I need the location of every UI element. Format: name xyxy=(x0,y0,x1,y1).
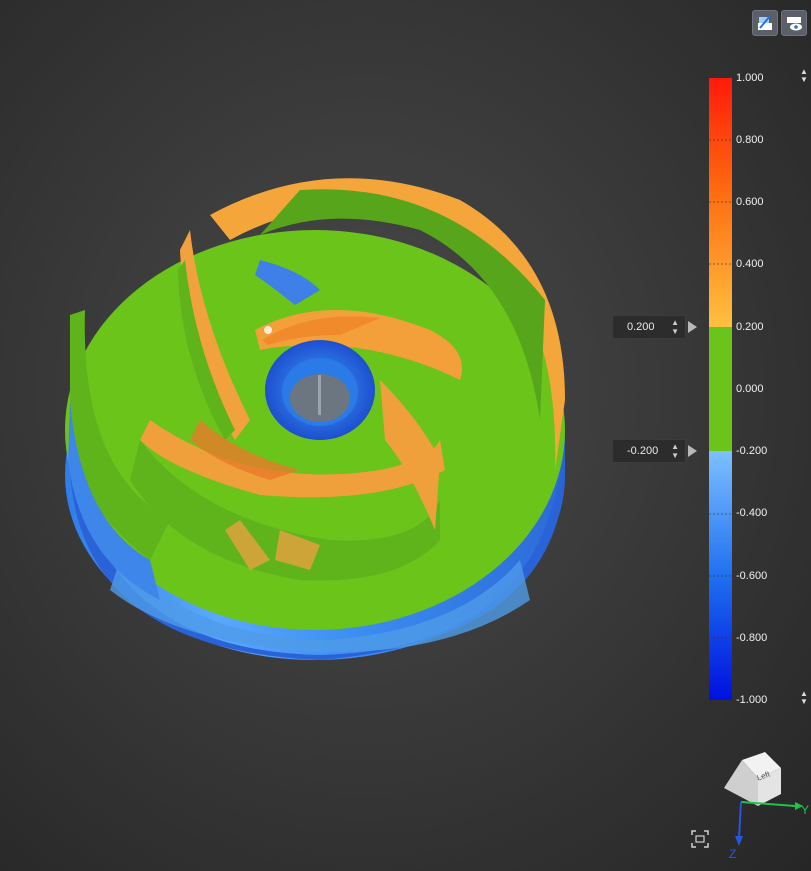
3d-viewport[interactable] xyxy=(0,0,811,871)
y-axis-label: Y xyxy=(801,803,809,817)
tick-label: 0.400 xyxy=(736,258,764,270)
tick-label: -0.400 xyxy=(736,507,768,519)
tick-label: -1.000 xyxy=(736,694,768,706)
tick-label: 0.800 xyxy=(736,134,764,146)
tick-label: 1.000 xyxy=(736,72,764,84)
tick-label: 0.600 xyxy=(736,196,764,208)
visibility-button[interactable] xyxy=(781,10,807,36)
tick-label: 0.000 xyxy=(736,383,764,395)
lower-tolerance-value: -0.200 xyxy=(627,445,659,457)
upper-tolerance-spinner[interactable]: ▲ ▼ xyxy=(671,318,679,336)
upper-tolerance-input[interactable]: 0.200 ▲ ▼ xyxy=(612,315,686,339)
tick-label: -0.200 xyxy=(736,445,768,457)
deviation-color-bar xyxy=(709,78,732,700)
lower-tolerance-handle[interactable] xyxy=(688,445,697,457)
impeller-model xyxy=(65,178,565,660)
max-value-spinner[interactable]: ▲ ▼ xyxy=(800,68,808,84)
tick-label: -0.600 xyxy=(736,570,768,582)
eye-icon xyxy=(787,17,802,31)
z-axis xyxy=(738,801,742,839)
lower-tolerance-spinner[interactable]: ▲ ▼ xyxy=(671,442,679,460)
section-view-button[interactable] xyxy=(752,10,778,36)
frame-icon[interactable] xyxy=(690,829,710,849)
tick-label: 0.200 xyxy=(736,321,764,333)
section-icon xyxy=(758,15,772,30)
view-cube[interactable]: Left Y Z xyxy=(715,748,811,864)
z-axis-label: Z xyxy=(729,847,736,861)
tick-label: -0.800 xyxy=(736,632,768,644)
upper-tolerance-handle[interactable] xyxy=(688,321,697,333)
upper-tolerance-value: 0.200 xyxy=(627,321,655,333)
lower-tolerance-input[interactable]: -0.200 ▲ ▼ xyxy=(612,439,686,463)
min-value-spinner[interactable]: ▲ ▼ xyxy=(800,690,808,706)
y-axis xyxy=(740,801,796,807)
